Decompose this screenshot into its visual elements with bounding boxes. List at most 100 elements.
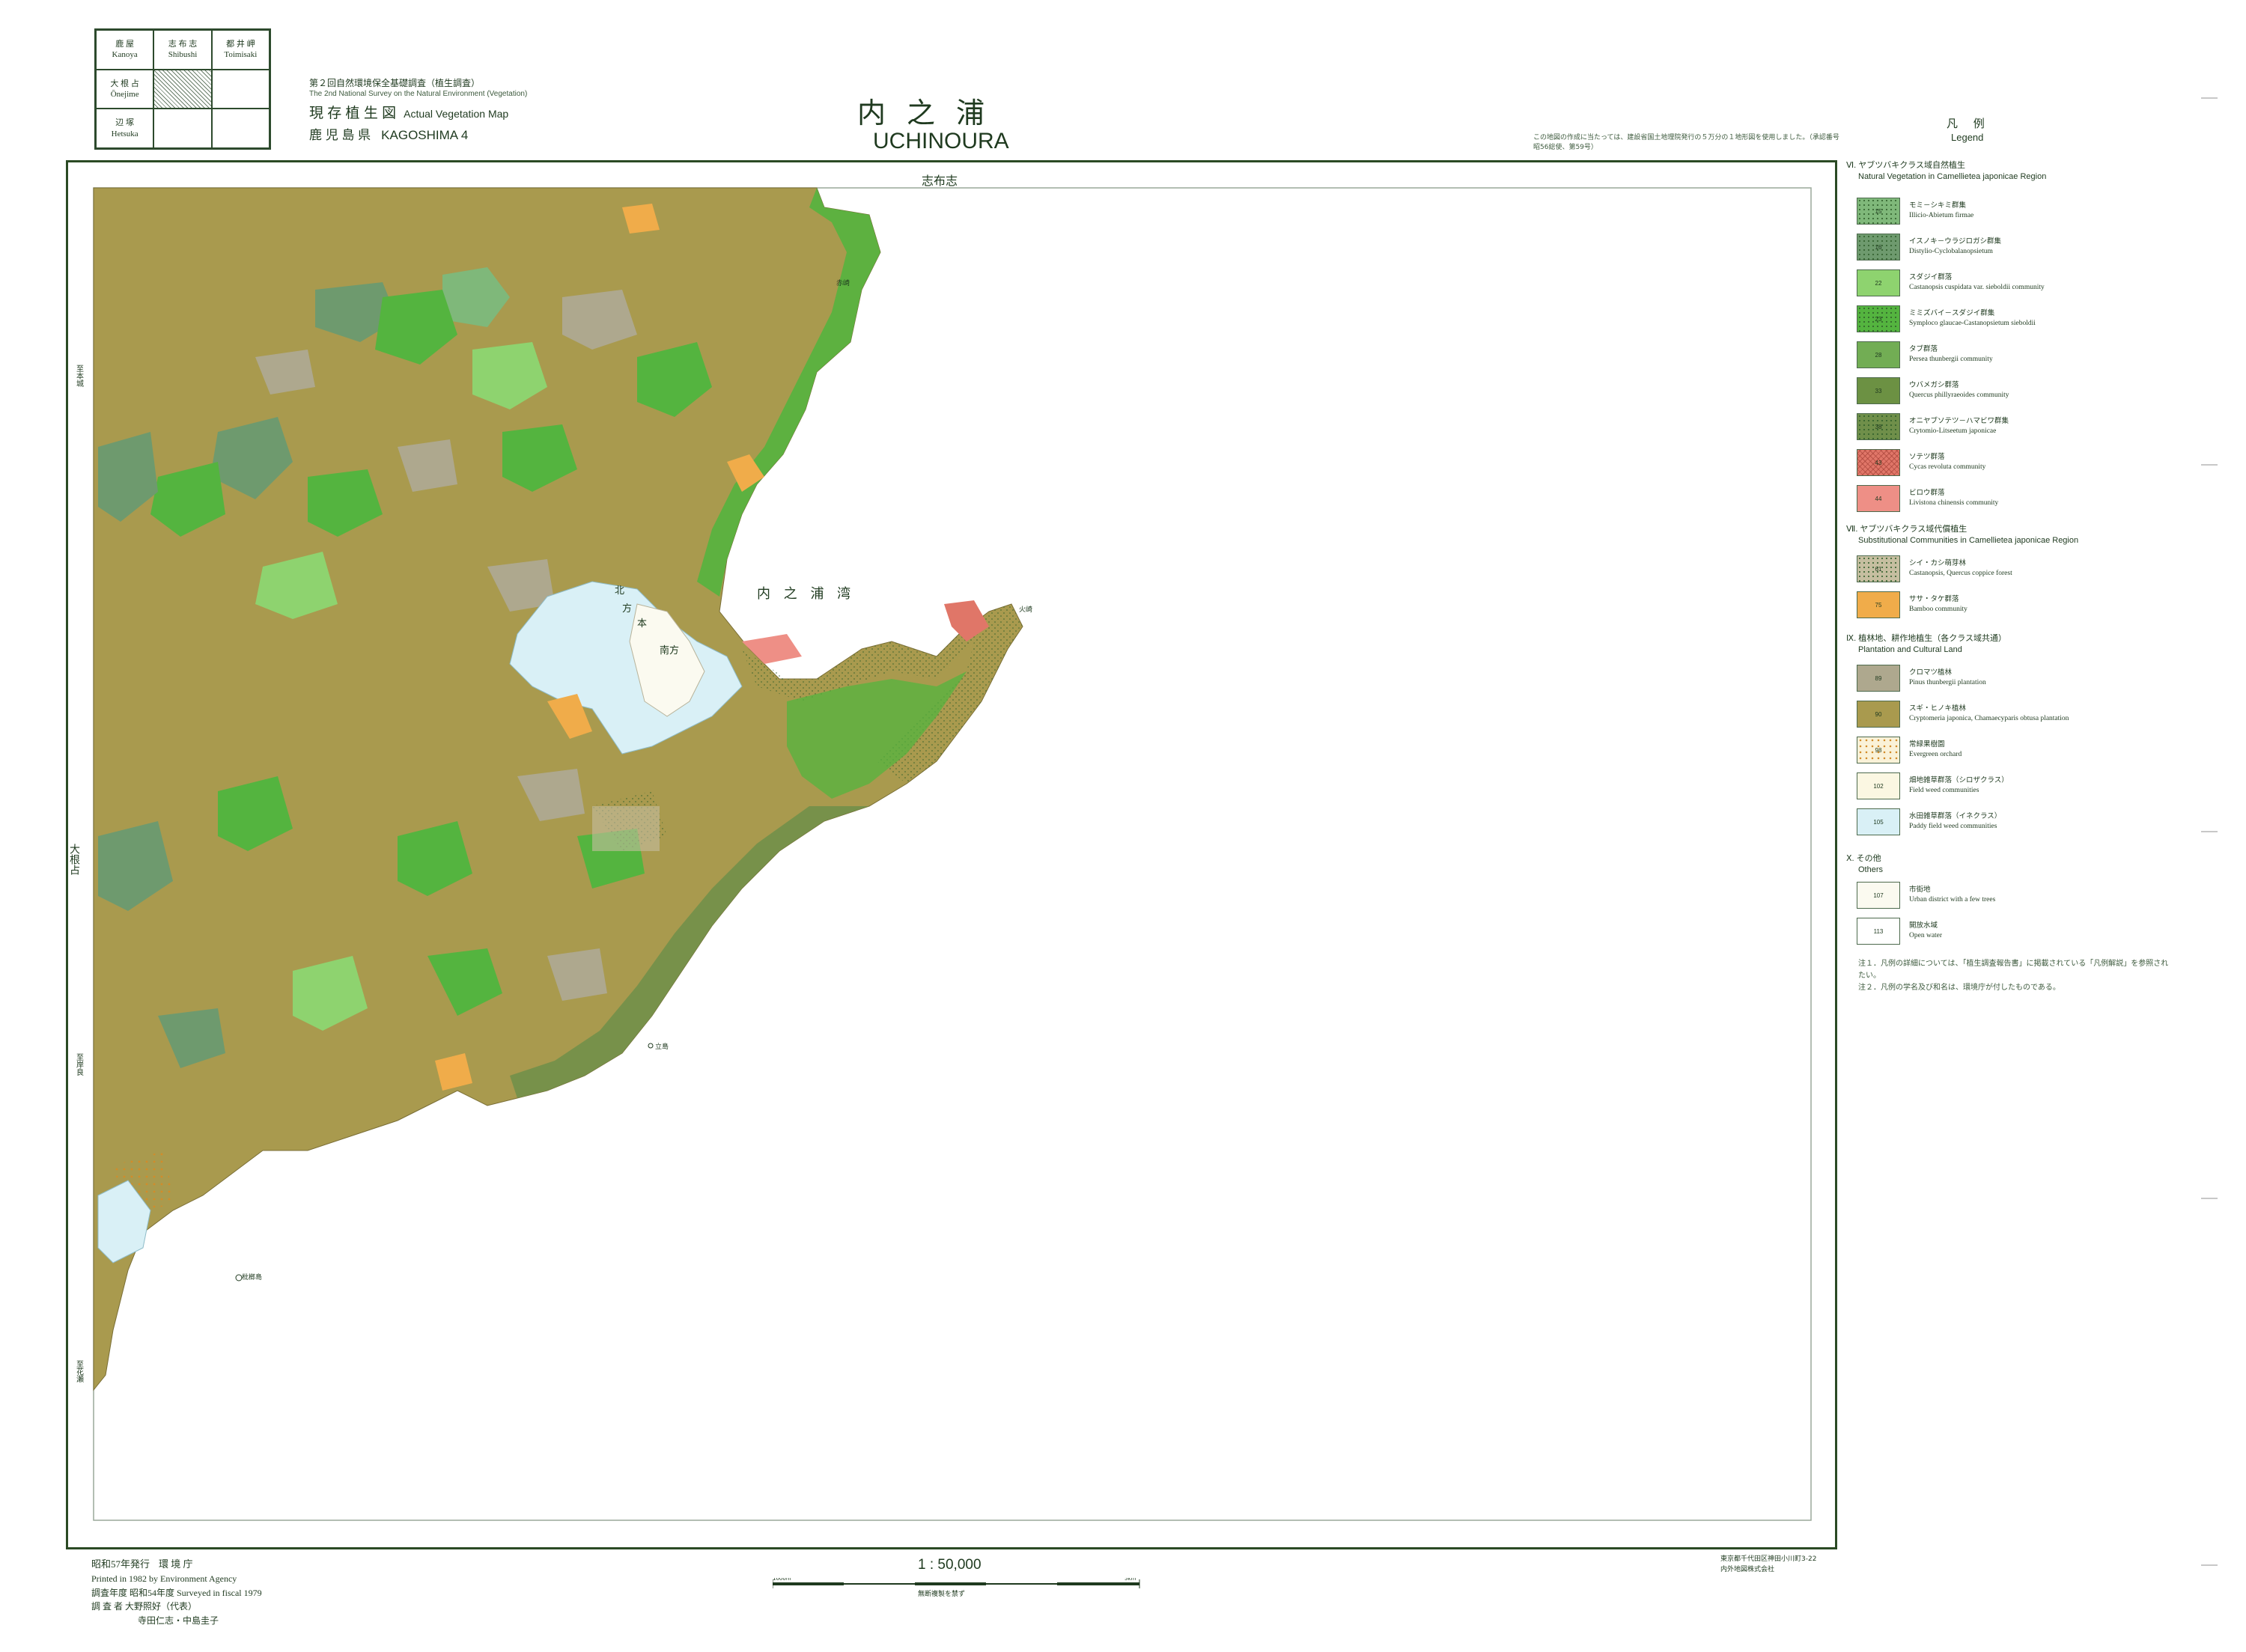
legend-label-jp: ソテツ群落 (1909, 453, 1945, 462)
legend-text: ミミズバイ－スダジイ群集 Symploco glaucae-Castanopsie… (1909, 308, 2036, 329)
legend-item[interactable]: 43 ソテツ群落 Cycas revoluta community (1857, 448, 1985, 478)
index-cell-kanoya[interactable]: 鹿 屋 Kanoya (96, 30, 154, 70)
legend-section-jp: Ⅵ. ヤブツバキクラス域自然植生 (1846, 161, 1966, 170)
legend-section-en: Substitutional Communities in Camelliete… (1858, 535, 2079, 545)
legend-code: 15 (1875, 207, 1882, 215)
binder-mark (2201, 831, 2218, 832)
vegetation-map[interactable]: 志布志 内 之 浦 湾 北 方 本 南方 大根占 至本城 至岸良 至花瀬 枇榔島… (68, 162, 1835, 1547)
legend-item[interactable]: 105 水田雑草群落（イネクラス） Paddy field weed communi… (1857, 807, 2001, 837)
legend-swatch: 22 (1857, 269, 1900, 296)
survey-title-jp: 第２回自然環境保全基礎調査（植生調査） (309, 78, 481, 88)
legend-code: 105 (1873, 818, 1884, 826)
legend-label-en: Open water (1909, 932, 1943, 939)
legend-item[interactable]: 28 タブ群落 Persea thunbergii community (1857, 340, 1993, 370)
label-island1: 枇榔島 (242, 1272, 262, 1281)
legend-code: 89 (1875, 674, 1882, 682)
legend-label-en: Persea thunbergii community (1909, 356, 1993, 363)
legend-code: 98 (1875, 746, 1882, 754)
legend-title-en: Legend (1951, 132, 1984, 143)
surveyor-2: 寺田仁志・中島圭子 (138, 1615, 219, 1626)
legend-section: Ⅵ. ヤブツバキクラス域自然植生 Natural Vegetation in Ca… (1846, 160, 2046, 183)
index-cell-current-sheet (153, 69, 212, 109)
legend-item[interactable]: 102 畑地雑草群落（シロザクラス） Field weed communities (1857, 771, 2009, 801)
legend-label-en: Evergreen orchard (1909, 751, 1962, 758)
legend-item[interactable]: 38 オニヤブソテツ－ハマビワ群集 Crytomio-Litseetum japon… (1857, 412, 2009, 442)
legend-swatch: 38 (1857, 413, 1900, 440)
surveyor: 調 査 者 大野照好（代表） (91, 1601, 198, 1612)
legend-swatch: 75 (1857, 591, 1900, 618)
legend-label-jp: 常緑果樹園 (1909, 740, 1945, 749)
legend-text: オニヤブソテツ－ハマビワ群集 Crytomio-Litseetum japonic… (1909, 416, 2009, 437)
legend-item[interactable]: 98 常緑果樹園 Evergreen orchard (1857, 735, 1962, 765)
legend-item[interactable]: 107 市街地 Urban district with a few trees (1857, 880, 1995, 910)
legend-text: タブ群落 Persea thunbergii community (1909, 344, 1993, 365)
scale-ratio: 1 : 50,000 (918, 1557, 982, 1573)
legend-label-en: Illicio-Abietum firmae (1909, 212, 1974, 219)
index-cell-empty (211, 109, 270, 148)
label-left-neighbor: 大根占 (68, 844, 80, 875)
legend-label-jp: クロマツ植林 (1909, 668, 1953, 677)
legend-label-jp: スギ・ヒノキ植林 (1909, 704, 1967, 713)
index-cell-onejime[interactable]: 大 根 占 Ōnejime (96, 69, 154, 109)
survey-title-en: The 2nd National Survey on the Natural E… (309, 90, 528, 98)
legend-section-jp: Ⅸ. 植林地、耕作地植生（各クラス域共通） (1846, 634, 2006, 643)
legend-code: 113 (1873, 927, 1884, 935)
adjacent-sheet-index: 鹿 屋 Kanoya 志 布 志 Shibushi 都 井 岬 Toimisaki 大… (94, 28, 271, 150)
index-cell-empty (153, 109, 212, 148)
legend-code: 16 (1875, 243, 1882, 251)
prefecture: 鹿 児 島 県 KAGOSHIMA 4 (309, 128, 469, 142)
legend-label-en: Crytomio-Litseetum japonicae (1909, 427, 1997, 435)
copyright-note: この地図の作成に当たっては、建設省国土地理院発行の５万分の１地形図を使用しました… (1533, 134, 1839, 151)
legend-label-en: Castanopsis cuspidata var. sieboldii com… (1909, 284, 2045, 291)
legend-item[interactable]: 90 スギ・ヒノキ植林 Cryptomeria japonica, Chamaecy… (1857, 699, 2069, 729)
legend-code: 90 (1875, 710, 1882, 718)
legend-swatch: 23 (1857, 305, 1900, 332)
legend-note-1: 注１．凡例の詳細については、「植生調査報告書」に掲載されている「凡例解説」を参照… (1858, 960, 2169, 980)
legend-section-en: Plantation and Cultural Land (1858, 644, 1962, 654)
label-bay: 内 之 浦 湾 (757, 586, 855, 602)
legend-code: 61 (1875, 565, 1882, 573)
legend-label-en: Bamboo community (1909, 606, 1967, 613)
legend-text: 開放水域 Open water (1909, 921, 1942, 942)
index-cell-shibushi[interactable]: 志 布 志 Shibushi (153, 30, 212, 70)
scale-right-label: 5km (1124, 1578, 1136, 1582)
legend-item[interactable]: 61 シイ・カシ萌芽林 Castanopsis, Quercus coppice f… (1857, 554, 2012, 584)
binder-mark (2201, 97, 2218, 99)
legend-item[interactable]: 113 開放水域 Open water (1857, 916, 1942, 946)
legend-section-en: Natural Vegetation in Camellietea japoni… (1858, 171, 2047, 181)
legend-swatch: 107 (1857, 882, 1900, 909)
index-cell-hetsuka[interactable]: 辺 塚 Hetsuka (96, 109, 154, 148)
legend-swatch: 102 (1857, 772, 1900, 799)
agency-jp: 環 境 庁 (159, 1558, 193, 1570)
printed-en: Printed in 1982 by Environment Agency (91, 1573, 237, 1585)
legend-item[interactable]: 89 クロマツ植林 Pinus thunbergii plantation (1857, 663, 1986, 693)
legend-item[interactable]: 15 モミ－シキミ群集 Illicio-Abietum firmae (1857, 196, 1973, 226)
island-1 (235, 1274, 243, 1281)
legend-section-jp: Ⅹ. その他 (1846, 854, 1881, 863)
legend-text: 畑地雑草群落（シロザクラス） Field weed communities (1909, 775, 2009, 796)
legend-item[interactable]: 23 ミミズバイ－スダジイ群集 Symploco glaucae-Castanops… (1857, 304, 2036, 334)
legend-label-en: Livistona chinensis community (1909, 499, 1999, 507)
legend-item[interactable]: 16 イスノキ－ウラジロガシ群集 Distylio-Cyclobalanopsiet… (1857, 232, 2001, 262)
legend-section: Ⅶ. ヤブツバキクラス域代償植生 Substitutional Communiti… (1846, 524, 2078, 546)
legend-label-en: Urban district with a few trees (1909, 896, 1996, 903)
legend-item[interactable]: 22 スダジイ群落 Castanopsis cuspidata var. siebo… (1857, 268, 2045, 298)
printer-info: 東京都千代田区神田小川町3-22 内外地図株式会社 (1720, 1554, 1816, 1576)
label-left-v3: 至花瀬 (75, 1360, 84, 1383)
printer-name: 内外地図株式会社 (1720, 1566, 1775, 1574)
legend-item[interactable]: 44 ビロウ群落 Livistona chinensis community (1857, 484, 1998, 513)
index-cell-toimisaki[interactable]: 都 井 岬 Toimisaki (211, 30, 270, 70)
legend-label-jp: モミ－シキミ群集 (1909, 201, 1967, 210)
legend-notes: 注１．凡例の詳細については、「植生調査報告書」に掲載されている「凡例解説」を参照… (1858, 958, 2173, 994)
legend-code: 28 (1875, 351, 1882, 359)
coppice-fill (592, 806, 660, 851)
legend-note-2: 注２．凡例の学名及び和名は、環境庁が付したものである。 (1858, 984, 2060, 992)
legend-item[interactable]: 75 ササ・タケ群落 Bamboo community (1857, 590, 1967, 620)
legend-code: 102 (1873, 782, 1884, 790)
legend-label-jp: スダジイ群落 (1909, 273, 1953, 282)
legend-swatch: 98 (1857, 737, 1900, 763)
legend-item[interactable]: 33 ウバメガシ群落 Quercus phillyraeoides communit… (1857, 376, 2009, 406)
legend-text: シイ・カシ萌芽林 Castanopsis, Quercus coppice for… (1909, 558, 2012, 579)
label-left-v2: 至岸良 (75, 1053, 84, 1076)
legend-section: Ⅹ. その他 Others (1846, 853, 1883, 876)
